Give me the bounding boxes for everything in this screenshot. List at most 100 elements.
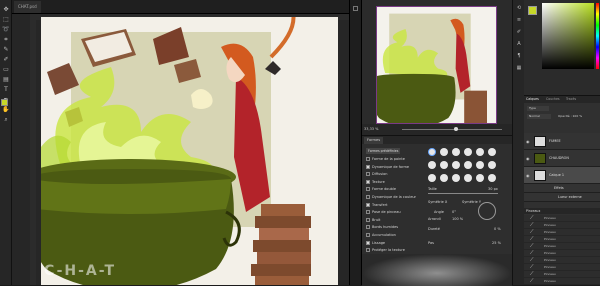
layer-filter-select[interactable]: Type <box>527 106 549 111</box>
hue-slider[interactable] <box>596 3 599 69</box>
type-tool-icon[interactable]: T <box>2 86 10 93</box>
brush-preset-row[interactable]: ⟋ Pinceau <box>524 229 600 236</box>
option-checkbox[interactable] <box>366 187 370 192</box>
brush-preset-row[interactable]: ⟋ Pinceau <box>524 222 600 229</box>
brush-preset-row[interactable]: ⟋ Pinceau <box>524 243 600 250</box>
brush-option[interactable]: Pose de pinceau <box>366 209 401 215</box>
brush-preset-row[interactable]: ⟋ Pinceau <box>524 264 600 271</box>
roundness-value[interactable]: 100 % <box>452 216 463 222</box>
brush-option[interactable]: Forme double <box>366 186 396 192</box>
brush-option[interactable]: Bruit <box>366 217 380 223</box>
brush-tip-selected[interactable] <box>428 148 436 156</box>
brush-option[interactable]: Lissage <box>366 240 385 246</box>
brush-tip[interactable] <box>476 161 484 169</box>
layer-row-selected[interactable]: ◉ Calque 1 <box>524 167 600 184</box>
brush-tip[interactable] <box>488 148 496 156</box>
hand-tool-icon[interactable]: ✋ <box>2 106 10 113</box>
brush-tip[interactable] <box>476 174 484 182</box>
brush-tip[interactable] <box>428 174 436 182</box>
brush-option[interactable]: Diffusion <box>366 171 387 177</box>
zoom-tool-icon[interactable]: ⌕ <box>2 116 10 123</box>
flip-x-checkbox[interactable]: Symétrie X <box>428 199 447 205</box>
brush-tip[interactable] <box>452 148 460 156</box>
document-tab[interactable]: CHAT.psd <box>14 1 41 13</box>
brush-preset-row[interactable]: ⟋ Pinceau <box>524 215 600 222</box>
option-checkbox[interactable] <box>366 179 370 184</box>
brush-preset-row[interactable]: ⟋ Pinceau <box>524 250 600 257</box>
brush-tip[interactable] <box>476 148 484 156</box>
angle-value[interactable]: 0° <box>452 209 456 215</box>
layer-row[interactable]: ◉ FUMEE <box>524 133 600 150</box>
brush-tip[interactable] <box>488 174 496 182</box>
zoom-slider-handle[interactable] <box>454 127 458 131</box>
brush-option[interactable]: Forme de la pointe <box>366 156 405 162</box>
gradient-tool-icon[interactable]: ▤ <box>2 76 10 83</box>
eyedropper-tool-icon[interactable]: ✎ <box>2 46 10 53</box>
tab-layers[interactable]: Calques <box>526 97 539 101</box>
marquee-tool-icon[interactable]: ⬚ <box>2 16 10 23</box>
brush-option[interactable]: Transfert <box>366 202 387 208</box>
option-checkbox[interactable] <box>366 172 370 177</box>
brush-preset-row[interactable]: ⟋ Pinceau <box>524 236 600 243</box>
move-tool-icon[interactable]: ✥ <box>2 6 10 13</box>
brush-preset-row[interactable]: ⟋ Pinceau <box>524 271 600 278</box>
option-checkbox[interactable] <box>366 202 370 207</box>
foreground-color-swatch[interactable] <box>1 99 8 106</box>
visibility-eye-icon[interactable]: ◉ <box>526 156 530 161</box>
brush-preset-row[interactable]: ⟋ Pinceau <box>524 278 600 285</box>
eraser-tool-icon[interactable]: ▭ <box>2 66 10 73</box>
layer-row[interactable]: ◉ CHAUDRON <box>524 150 600 167</box>
collapse-icon[interactable] <box>353 6 358 11</box>
spacing-value[interactable]: 25 % <box>492 240 501 246</box>
tab-channels[interactable]: Couches <box>546 97 560 101</box>
brush-preset-row[interactable]: ⟋ Pinceau <box>524 257 600 264</box>
size-value[interactable]: 30 px <box>488 186 498 192</box>
option-checkbox[interactable] <box>366 240 370 245</box>
option-checkbox[interactable] <box>366 195 370 199</box>
option-checkbox[interactable] <box>366 164 370 169</box>
brush-tip[interactable] <box>440 174 448 182</box>
history-icon[interactable]: ⟲ <box>516 6 522 11</box>
canvas-artwork[interactable]: C-H-A-T <box>41 17 338 285</box>
brush-tip[interactable] <box>452 174 460 182</box>
brush-tip[interactable] <box>464 174 472 182</box>
character-icon[interactable]: A <box>516 42 522 47</box>
crop-tool-icon[interactable]: ⌗ <box>2 36 10 43</box>
zoom-slider[interactable] <box>402 129 502 130</box>
lasso-tool-icon[interactable]: ➰ <box>2 26 10 33</box>
brush-panel-icon[interactable]: ✐ <box>516 30 522 35</box>
layer-effect-item[interactable]: Lueur externe <box>524 193 600 202</box>
hardness-value[interactable]: 0 % <box>494 226 501 232</box>
brush-tip[interactable] <box>428 161 436 169</box>
brush-option[interactable]: Accumulation <box>366 232 396 238</box>
brush-tip[interactable] <box>488 161 496 169</box>
size-slider[interactable] <box>428 193 498 194</box>
blend-mode-select[interactable]: Normal <box>527 114 551 119</box>
brush-tip[interactable] <box>440 148 448 156</box>
brush-option[interactable]: Texture <box>366 179 385 185</box>
brush-presets-button[interactable]: Formes prédéfinies <box>366 148 400 154</box>
color-foreground-swatch[interactable] <box>528 6 537 15</box>
brush-tip[interactable] <box>440 161 448 169</box>
tab-paths[interactable]: Tracés <box>566 97 576 101</box>
visibility-eye-icon[interactable]: ◉ <box>526 173 530 178</box>
brush-tool-icon[interactable]: ✐ <box>2 56 10 63</box>
brush-option[interactable]: Dynamique de la couleur <box>366 194 416 200</box>
swatches-icon[interactable]: ▦ <box>516 66 522 71</box>
option-checkbox[interactable] <box>366 157 370 161</box>
visibility-eye-icon[interactable]: ◉ <box>526 139 530 144</box>
brush-option[interactable]: Dynamique de forme <box>366 164 409 170</box>
option-checkbox[interactable] <box>366 248 370 253</box>
navigator-preview[interactable] <box>376 6 497 124</box>
brush-angle-dial[interactable] <box>478 202 496 220</box>
flip-y-checkbox[interactable]: Symétrie Y <box>462 199 481 205</box>
tab-brush-shapes[interactable]: Formes <box>364 137 384 144</box>
paragraph-icon[interactable]: ¶ <box>516 54 522 59</box>
properties-icon[interactable]: ≡ <box>516 18 522 23</box>
option-checkbox[interactable] <box>366 210 370 215</box>
brush-tip[interactable] <box>452 161 460 169</box>
color-picker-field[interactable] <box>542 3 594 69</box>
layer-effects-row[interactable]: Effets <box>524 184 600 193</box>
layer-opacity[interactable]: Opacité : 100 % <box>558 114 582 119</box>
option-checkbox[interactable] <box>366 225 370 230</box>
